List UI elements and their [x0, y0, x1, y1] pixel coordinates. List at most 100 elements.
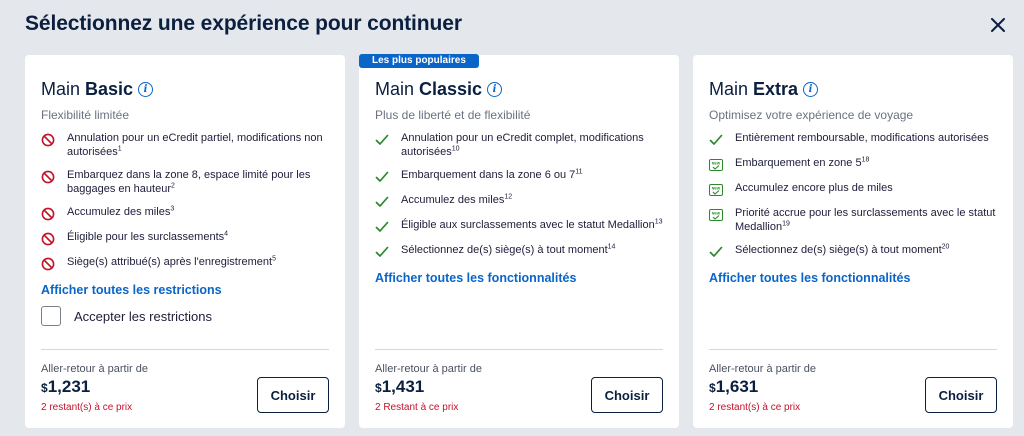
- feature-item: NEW Priorité accrue pour les surclassemen…: [709, 206, 999, 234]
- fare-name: Classic: [419, 79, 483, 99]
- price: $1,631: [709, 377, 758, 397]
- feature-label: Accumulez des miles: [401, 194, 505, 206]
- fare-card-extra: Main Extra i Optimisez votre expérience …: [693, 55, 1013, 428]
- fare-title: Main Extra i: [709, 79, 819, 100]
- footnote-marker: 18: [861, 156, 870, 164]
- feature-item: Embarquez dans la zone 8, espace limité …: [41, 168, 331, 196]
- new-check-icon: NEW: [709, 159, 723, 171]
- footnote-marker: 12: [504, 193, 513, 201]
- feature-text: Priorité accrue pour les surclassements …: [735, 206, 999, 234]
- show-features-link[interactable]: Afficher toutes les fonctionnalités: [375, 271, 576, 285]
- show-restrictions-link[interactable]: Afficher toutes les restrictions: [41, 283, 222, 297]
- modal-header: Sélectionnez une expérience pour continu…: [0, 0, 1024, 52]
- feature-text: Sélectionnez de(s) siège(s) à tout momen…: [735, 243, 949, 257]
- feature-label: Sélectionnez de(s) siège(s) à tout momen…: [401, 244, 608, 256]
- price: $1,431: [375, 377, 424, 397]
- accept-restrictions-checkbox[interactable]: [41, 306, 61, 326]
- info-icon[interactable]: i: [138, 82, 154, 97]
- feature-item: Sélectionnez de(s) siège(s) à tout momen…: [709, 243, 999, 259]
- price-label: Aller-retour à partir de: [41, 363, 148, 375]
- feature-list: Annulation pour un eCredit complet, modi…: [375, 131, 665, 268]
- fare-title: Main Basic i: [41, 79, 154, 100]
- info-icon[interactable]: i: [487, 82, 503, 97]
- fare-card-basic: Main Basic i Flexibilité limitée Annulat…: [25, 55, 345, 428]
- show-features-link[interactable]: Afficher toutes les fonctionnalités: [709, 271, 910, 285]
- accept-restrictions-row[interactable]: Accepter les restrictions: [41, 306, 212, 326]
- check-icon: [375, 171, 389, 182]
- feature-text: Embarquement dans la zone 6 ou 711: [401, 168, 583, 182]
- fare-subtitle: Flexibilité limitée: [41, 108, 130, 122]
- close-icon: [991, 18, 1005, 32]
- feature-label: Accumulez des miles: [67, 206, 171, 218]
- prohibited-icon: [41, 133, 55, 147]
- prohibited-icon: [41, 170, 55, 184]
- footnote-marker: 2: [170, 182, 175, 190]
- feature-text: Siège(s) attribué(s) après l'enregistrem…: [67, 255, 276, 269]
- new-check-icon: NEW: [709, 184, 723, 196]
- page-title: Sélectionnez une expérience pour continu…: [25, 12, 462, 35]
- feature-list: Annulation pour un eCredit partiel, modi…: [41, 131, 331, 280]
- check-icon: [375, 196, 389, 207]
- check-icon: [709, 134, 723, 145]
- currency: $: [375, 381, 382, 395]
- price-value: 1,431: [381, 377, 425, 396]
- fare-subtitle: Optimisez votre expérience de voyage: [709, 108, 914, 122]
- divider: [375, 349, 663, 350]
- feature-text: Annulation pour un eCredit complet, modi…: [401, 131, 665, 159]
- footnote-marker: 1: [117, 145, 122, 153]
- feature-text: Entièrement remboursable, modifications …: [735, 131, 989, 145]
- footnote-marker: 14: [607, 243, 616, 251]
- feature-text: Annulation pour un eCredit partiel, modi…: [67, 131, 331, 159]
- feature-item: Entièrement remboursable, modifications …: [709, 131, 999, 147]
- choose-basic-button[interactable]: Choisir: [257, 377, 329, 413]
- footnote-marker: 20: [941, 243, 950, 251]
- feature-label: Siège(s) attribué(s) après l'enregistrem…: [67, 256, 273, 268]
- seats-remaining: 2 restant(s) à ce prix: [41, 402, 133, 413]
- price: $1,231: [41, 377, 90, 397]
- feature-item: Accumulez des miles12: [375, 193, 665, 209]
- footnote-marker: 11: [575, 168, 583, 176]
- feature-text: Éligible pour les surclassements4: [67, 230, 228, 244]
- svg-text:NEW: NEW: [712, 211, 721, 215]
- footnote-marker: 10: [451, 145, 460, 153]
- svg-text:NEW: NEW: [712, 161, 721, 165]
- check-icon: [375, 246, 389, 257]
- feature-label: Accumulez encore plus de miles: [735, 182, 893, 194]
- feature-label: Embarquement dans la zone 6 ou 7: [401, 169, 576, 181]
- feature-item: Accumulez des miles3: [41, 205, 331, 221]
- currency: $: [41, 381, 48, 395]
- price-value: 1,231: [47, 377, 91, 396]
- footnote-marker: 13: [654, 218, 663, 226]
- choose-extra-button[interactable]: Choisir: [925, 377, 997, 413]
- seats-remaining: 2 Restant à ce prix: [375, 402, 459, 413]
- feature-label: Annulation pour un eCredit complet, modi…: [401, 132, 644, 158]
- feature-label: Éligible pour les surclassements: [67, 231, 225, 243]
- feature-text: Embarquement en zone 518: [735, 156, 869, 170]
- popular-badge: Les plus populaires: [359, 54, 479, 68]
- feature-list: Entièrement remboursable, modifications …: [709, 131, 999, 268]
- feature-label: Annulation pour un eCredit partiel, modi…: [67, 132, 323, 158]
- feature-label: Sélectionnez de(s) siège(s) à tout momen…: [735, 244, 942, 256]
- feature-text: Embarquez dans la zone 8, espace limité …: [67, 168, 331, 196]
- divider: [709, 349, 997, 350]
- close-button[interactable]: [986, 13, 1010, 37]
- feature-label: Embarquement en zone 5: [735, 157, 862, 169]
- feature-label: Embarquez dans la zone 8, espace limité …: [67, 169, 311, 195]
- footnote-marker: 5: [272, 255, 276, 263]
- feature-item: Éligible pour les surclassements4: [41, 230, 331, 246]
- checkbox-label[interactable]: Accepter les restrictions: [74, 309, 212, 324]
- check-icon: [375, 221, 389, 232]
- feature-text: Éligible aux surclassements avec le stat…: [401, 218, 663, 232]
- feature-item: Embarquement dans la zone 6 ou 711: [375, 168, 665, 184]
- feature-item: Éligible aux surclassements avec le stat…: [375, 218, 665, 234]
- feature-label: Entièrement remboursable, modifications …: [735, 132, 989, 144]
- svg-text:NEW: NEW: [712, 186, 721, 190]
- choose-classic-button[interactable]: Choisir: [591, 377, 663, 413]
- prohibited-icon: [41, 232, 55, 246]
- fare-prefix: Main: [41, 79, 81, 99]
- price-label: Aller-retour à partir de: [375, 363, 482, 375]
- fare-subtitle: Plus de liberté et de flexibilité: [375, 108, 531, 122]
- fare-name: Basic: [85, 79, 134, 99]
- footnote-marker: 3: [170, 205, 175, 213]
- info-icon[interactable]: i: [803, 82, 819, 97]
